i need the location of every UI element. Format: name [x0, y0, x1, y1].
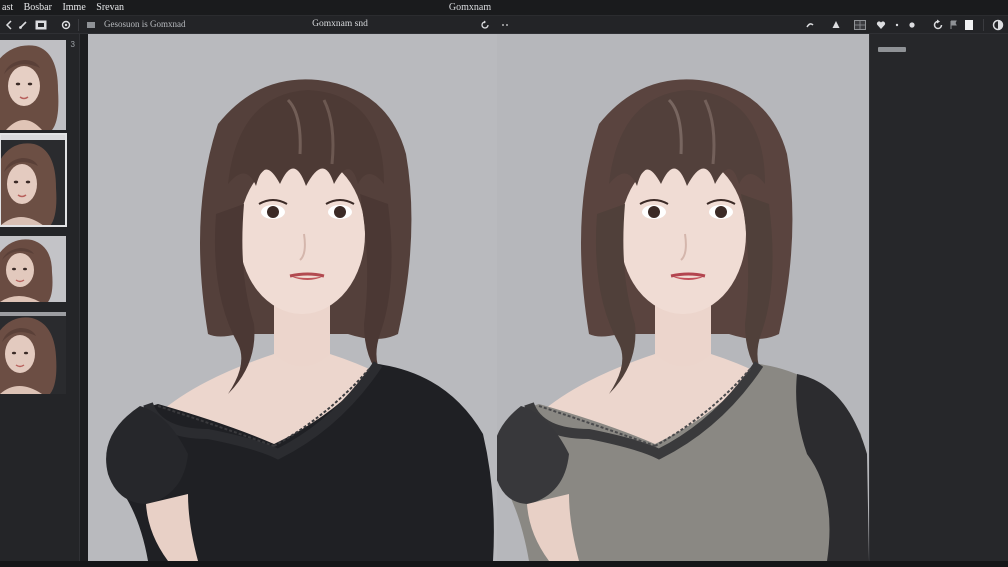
dot-icon[interactable]: [905, 18, 919, 32]
thumbnail-3[interactable]: [0, 236, 66, 302]
filmstrip: 3: [0, 34, 80, 562]
refresh-icon[interactable]: [478, 18, 492, 32]
menu-item-4[interactable]: Srevan: [96, 2, 124, 13]
thumbnail-2[interactable]: [0, 133, 67, 227]
compare-icon[interactable]: [991, 18, 1005, 32]
grid-icon[interactable]: [853, 18, 867, 32]
toolbar-divider: [78, 19, 79, 31]
square-icon[interactable]: [962, 18, 976, 32]
status-bar: [0, 561, 1008, 567]
panel-collapse-handle[interactable]: [878, 47, 906, 52]
menu-item-3[interactable]: Imme: [62, 2, 85, 13]
menu-bar: ast Bosbar Imme Srevan: [2, 2, 132, 13]
thumbnail-4[interactable]: [0, 312, 66, 394]
filmstrip-count: 3: [70, 40, 75, 49]
heart-icon[interactable]: [874, 18, 888, 32]
menu-item-1[interactable]: ast: [2, 2, 13, 13]
tab-label[interactable]: Gesosuon is Gomxnad: [104, 19, 186, 29]
pen-icon[interactable]: [803, 18, 817, 32]
toolbar-divider-right: [983, 19, 984, 31]
right-panel: [869, 34, 1008, 562]
brush-icon[interactable]: [16, 18, 30, 32]
toolbar: Gesosuon is Gomxnad Gomxnam snd: [0, 16, 1008, 34]
flag-icon[interactable]: [947, 18, 961, 32]
document-title: Gomxnam snd: [312, 19, 368, 29]
rotate-icon[interactable]: [931, 18, 945, 32]
drop-icon[interactable]: [829, 18, 843, 32]
after-pane[interactable]: [497, 34, 869, 561]
before-pane[interactable]: [88, 34, 497, 561]
more-icon[interactable]: [498, 18, 512, 32]
compare-canvas[interactable]: [88, 34, 869, 561]
back-icon[interactable]: [2, 18, 16, 32]
window-title: Gomxnam: [448, 2, 492, 13]
title-bar: ast Bosbar Imme Srevan Gomxnam: [0, 0, 1008, 16]
star-icon[interactable]: [890, 18, 904, 32]
thumbnail-1[interactable]: [0, 40, 66, 130]
menu-item-2[interactable]: Bosbar: [24, 2, 52, 13]
panel-icon[interactable]: [84, 18, 98, 32]
settings-icon[interactable]: [59, 18, 73, 32]
mask-icon[interactable]: [34, 18, 48, 32]
